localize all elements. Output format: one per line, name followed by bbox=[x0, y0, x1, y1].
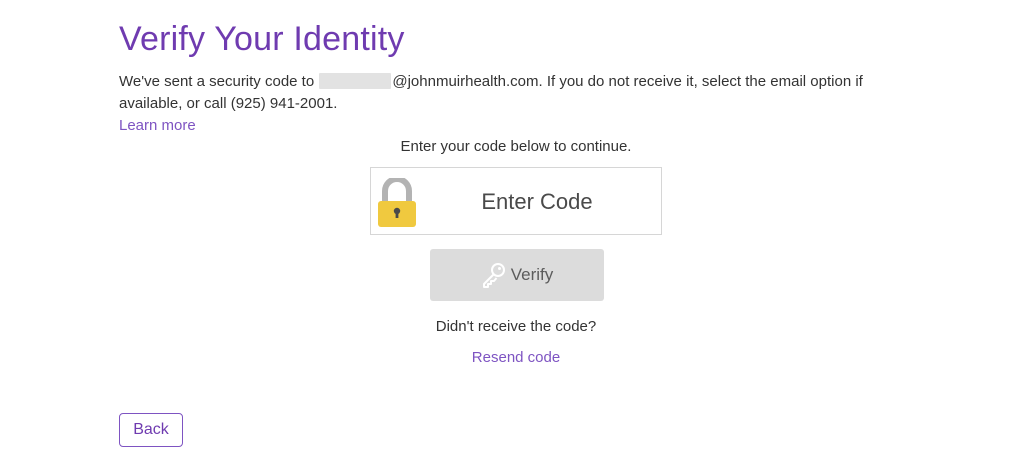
code-input[interactable] bbox=[423, 178, 651, 226]
key-icon bbox=[482, 263, 505, 288]
description-prefix: We've sent a security code to bbox=[119, 73, 315, 90]
description: We've sent a security code to @johnmuirh… bbox=[119, 71, 919, 115]
no-code-question: Didn't receive the code? bbox=[435, 318, 597, 335]
verify-button[interactable]: Verify bbox=[430, 249, 604, 301]
lock-icon bbox=[378, 178, 416, 227]
redacted-email-username bbox=[319, 73, 392, 89]
instruction-text: Enter your code below to continue. bbox=[400, 138, 632, 155]
resend-code-link[interactable]: Resend code bbox=[472, 349, 560, 366]
verify-button-label: Verify bbox=[510, 265, 554, 284]
code-entry-box bbox=[370, 167, 662, 235]
resend-container: Resend code bbox=[0, 349, 1032, 366]
learn-more-link[interactable]: Learn more bbox=[119, 117, 196, 134]
page-title: Verify Your Identity bbox=[119, 20, 405, 58]
back-button[interactable]: Back bbox=[119, 413, 183, 447]
